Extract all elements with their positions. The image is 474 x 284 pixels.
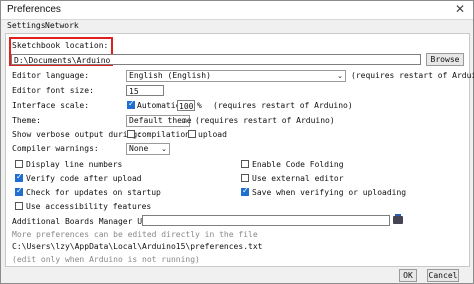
theme-select[interactable]: Default theme ⌄ <box>126 115 192 127</box>
editor-language-value: English (English) <box>129 71 211 80</box>
settings-panel: Sketchbook location: D:\Documents\Arduin… <box>5 33 474 267</box>
compiler-warnings-select[interactable]: None ⌄ <box>126 143 170 155</box>
external-editor-checkbox[interactable] <box>241 174 249 182</box>
sketchbook-location-label: Sketchbook location: <box>12 41 109 50</box>
check-updates-label: Check for updates on startup <box>26 188 161 197</box>
accessibility-features-label: Use accessibility features <box>26 202 152 211</box>
preferences-file-path: C:\Users\lzy\AppData\Local\Arduino15\pre… <box>12 242 263 251</box>
accessibility-features-checkbox[interactable] <box>15 202 23 210</box>
save-when-verifying-checkbox[interactable] <box>241 186 249 196</box>
theme-label: Theme: <box>12 116 41 125</box>
automatic-scale-checkbox[interactable] <box>127 99 135 109</box>
window-edit-icon[interactable] <box>393 214 403 224</box>
code-folding-label: Enable Code Folding <box>252 160 344 169</box>
compiler-warnings-label: Compiler warnings: <box>12 144 99 153</box>
window-title: Preferences <box>7 4 61 15</box>
verify-after-upload-checkbox[interactable] <box>15 172 23 182</box>
editor-language-note: (requires restart of Arduino) <box>351 71 474 80</box>
compilation-checkbox[interactable] <box>127 130 135 138</box>
editor-font-size-input[interactable]: 15 <box>126 85 164 96</box>
editor-language-label: Editor language: <box>12 71 90 80</box>
boards-manager-label: Additional Boards Manager URLs: <box>12 217 162 226</box>
automatic-scale-label: Automatic <box>137 101 181 110</box>
more-preferences-note: More preferences can be edited directly … <box>12 230 258 239</box>
display-line-numbers-label: Display line numbers <box>26 160 123 169</box>
upload-label: upload <box>198 130 227 139</box>
ok-button[interactable]: OK <box>399 269 417 282</box>
editor-font-size-label: Editor font size: <box>12 86 94 95</box>
tab-settings[interactable]: Settings <box>7 21 46 30</box>
compiler-warnings-value: None <box>129 144 149 153</box>
interface-scale-input[interactable]: 100 <box>177 100 195 111</box>
compilation-label: compilation <box>137 130 190 139</box>
title-bar: Preferences ✕ <box>1 1 473 20</box>
chevron-down-icon: ⌄ <box>161 145 167 153</box>
verbose-output-label: Show verbose output during: <box>12 130 143 139</box>
chevron-down-icon: ⌄ <box>337 72 343 80</box>
edit-when-not-running-note: (edit only when Arduino is not running) <box>12 255 200 264</box>
interface-scale-unit: % <box>197 101 202 110</box>
external-editor-label: Use external editor <box>252 174 344 183</box>
save-when-verifying-label: Save when verifying or uploading <box>252 188 407 197</box>
theme-note: (requires restart of Arduino) <box>195 116 335 125</box>
cancel-button[interactable]: Cancel <box>427 269 459 282</box>
verify-after-upload-label: Verify code after upload <box>26 174 142 183</box>
upload-checkbox[interactable] <box>188 130 196 138</box>
preferences-window: Preferences ✕ Settings Network Sketchboo… <box>0 0 474 284</box>
close-icon[interactable]: ✕ <box>455 2 465 16</box>
browse-button[interactable]: Browse <box>426 53 464 66</box>
boards-manager-urls-input[interactable] <box>142 215 390 226</box>
check-updates-checkbox[interactable] <box>15 186 23 196</box>
display-line-numbers-checkbox[interactable] <box>15 160 23 168</box>
interface-scale-label: Interface scale: <box>12 101 90 110</box>
editor-language-select[interactable]: English (English) ⌄ <box>126 70 346 82</box>
sketchbook-location-input[interactable]: D:\Documents\Arduino <box>11 54 421 65</box>
interface-scale-note: (requires restart of Arduino) <box>213 101 353 110</box>
chevron-down-icon: ⌄ <box>181 117 187 125</box>
code-folding-checkbox[interactable] <box>241 160 249 168</box>
tab-network[interactable]: Network <box>45 21 79 30</box>
